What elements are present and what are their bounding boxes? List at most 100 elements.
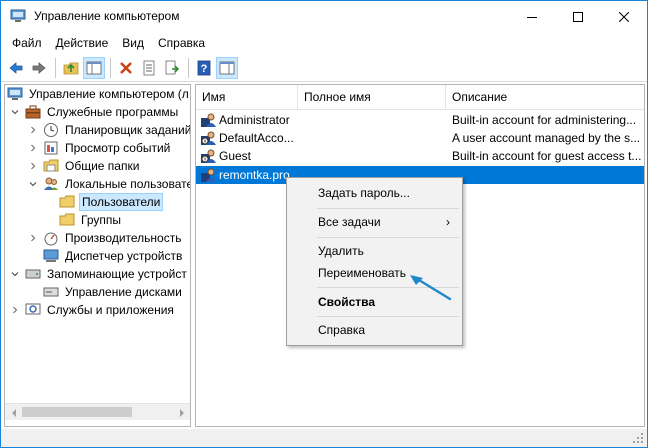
tree-item-label: Запоминающие устройст bbox=[47, 267, 187, 281]
tree-item-device-manager[interactable]: Диспетчер устройств bbox=[43, 247, 184, 265]
toolbar-separator bbox=[188, 57, 189, 78]
chevron-down-icon[interactable] bbox=[9, 103, 21, 121]
context-separator bbox=[317, 208, 459, 209]
cell-description bbox=[452, 166, 644, 184]
list-row-administrator[interactable]: Administrator Built-in account for admin… bbox=[196, 111, 644, 129]
menu-view[interactable]: Вид bbox=[115, 33, 151, 53]
column-header-fullname[interactable]: Полное имя bbox=[298, 85, 446, 110]
show-tree-button[interactable] bbox=[83, 56, 105, 79]
tree-item-label: Производительность bbox=[65, 231, 182, 245]
up-level-button[interactable] bbox=[60, 57, 82, 79]
minimize-button[interactable] bbox=[509, 1, 555, 32]
tree-item-disk-management[interactable]: Управление дисками bbox=[43, 283, 184, 301]
tree-item-users[interactable]: Пользователи bbox=[59, 193, 164, 211]
export-list-button[interactable] bbox=[161, 57, 183, 79]
tree-item-label: Служебные программы bbox=[47, 105, 179, 119]
title-bar[interactable]: Управление компьютером bbox=[1, 1, 647, 32]
maximize-button[interactable] bbox=[555, 1, 601, 32]
folder-icon bbox=[59, 194, 75, 210]
chevron-right-icon[interactable] bbox=[27, 157, 39, 175]
back-arrow-icon bbox=[9, 61, 23, 74]
menu-action[interactable]: Действие bbox=[49, 33, 116, 53]
tree-item-label: Планировщик заданий bbox=[65, 123, 191, 137]
context-separator bbox=[317, 316, 459, 317]
tree-item-label: Пользователи bbox=[79, 193, 164, 211]
toolbox-icon bbox=[25, 104, 41, 120]
context-item-all-tasks[interactable]: Все задачи › bbox=[289, 211, 460, 233]
performance-icon bbox=[43, 230, 59, 246]
user-icon bbox=[201, 167, 217, 183]
context-item-rename[interactable]: Переименовать bbox=[289, 262, 460, 284]
chevron-down-icon[interactable] bbox=[9, 265, 21, 283]
event-log-icon bbox=[43, 140, 59, 156]
tree-item-label: Группы bbox=[81, 213, 121, 227]
navigation-tree[interactable]: Управление компьютером (л Служебные прог… bbox=[4, 84, 191, 427]
list-row-defaultaccount[interactable]: DefaultAcco... A user account managed by… bbox=[196, 129, 644, 147]
tree-horizontal-scrollbar[interactable] bbox=[5, 403, 190, 420]
computer-management-icon bbox=[7, 86, 23, 102]
cell-name: DefaultAcco... bbox=[219, 131, 294, 145]
column-header-description[interactable]: Описание bbox=[446, 85, 644, 110]
scroll-right-icon[interactable] bbox=[173, 404, 190, 421]
maximize-icon bbox=[573, 11, 583, 22]
column-header-name[interactable]: Имя bbox=[196, 85, 298, 110]
tree-item-label: Управление компьютером (л bbox=[29, 87, 189, 101]
close-button[interactable] bbox=[601, 1, 647, 32]
tree-item-task-scheduler[interactable]: Планировщик заданий bbox=[27, 121, 191, 139]
list-row-guest[interactable]: Guest Built-in account for guest access … bbox=[196, 147, 644, 165]
context-item-properties[interactable]: Свойства bbox=[289, 291, 460, 313]
user-disabled-icon bbox=[201, 130, 217, 146]
tree-item-event-viewer[interactable]: Просмотр событий bbox=[27, 139, 172, 157]
window-title: Управление компьютером bbox=[34, 9, 180, 23]
forward-button[interactable] bbox=[28, 57, 50, 79]
context-item-set-password[interactable]: Задать пароль... bbox=[289, 182, 460, 204]
chevron-right-icon[interactable] bbox=[27, 121, 39, 139]
shared-folder-icon bbox=[43, 158, 59, 174]
tree-item-local-users-groups[interactable]: Локальные пользовате bbox=[27, 175, 190, 193]
context-item-delete[interactable]: Удалить bbox=[289, 240, 460, 262]
menu-help[interactable]: Справка bbox=[151, 33, 212, 53]
cell-fullname bbox=[304, 111, 444, 129]
tree-item-system-tools[interactable]: Служебные программы bbox=[9, 103, 180, 121]
menu-file[interactable]: Файл bbox=[5, 33, 49, 53]
properties-button[interactable] bbox=[138, 57, 160, 79]
back-button[interactable] bbox=[5, 57, 27, 79]
help-button[interactable]: ? bbox=[193, 57, 215, 79]
chevron-right-icon: › bbox=[446, 215, 450, 229]
clock-icon bbox=[43, 122, 59, 138]
cell-fullname bbox=[304, 129, 444, 147]
chevron-right-icon[interactable] bbox=[27, 139, 39, 157]
cell-description: A user account managed by the s... bbox=[452, 131, 641, 145]
up-folder-icon bbox=[63, 62, 79, 74]
delete-button[interactable] bbox=[115, 57, 137, 79]
chevron-right-icon[interactable] bbox=[27, 229, 39, 247]
tree-item-computer-management[interactable]: Управление компьютером (л bbox=[7, 85, 190, 103]
cell-name: Administrator bbox=[219, 113, 290, 127]
tree-item-shared-folders[interactable]: Общие папки bbox=[27, 157, 141, 175]
scroll-left-icon[interactable] bbox=[5, 404, 22, 421]
tree-item-services-apps[interactable]: Службы и приложения bbox=[9, 301, 176, 319]
action-pane-button[interactable] bbox=[216, 56, 238, 79]
toolbar: ? bbox=[1, 54, 647, 82]
chevron-right-icon[interactable] bbox=[9, 301, 21, 319]
chevron-down-icon[interactable] bbox=[27, 175, 39, 193]
context-menu: Задать пароль... Все задачи › Удалить Пе… bbox=[286, 177, 463, 346]
minimize-icon bbox=[527, 16, 537, 18]
services-icon bbox=[25, 302, 41, 318]
delete-icon bbox=[120, 61, 132, 74]
export-icon bbox=[165, 60, 180, 74]
properties-icon bbox=[143, 60, 155, 75]
tree-item-storage[interactable]: Запоминающие устройст bbox=[9, 265, 189, 283]
resize-grip-icon[interactable] bbox=[632, 432, 644, 444]
context-item-help[interactable]: Справка bbox=[289, 319, 460, 341]
scrollbar-thumb[interactable] bbox=[22, 407, 132, 417]
tree-item-performance[interactable]: Производительность bbox=[27, 229, 183, 247]
cell-description: Built-in account for administering... bbox=[452, 113, 637, 127]
user-icon bbox=[201, 112, 217, 128]
context-separator bbox=[317, 287, 459, 288]
context-item-label: Все задачи bbox=[318, 215, 381, 229]
status-bar bbox=[1, 429, 647, 447]
tree-item-groups[interactable]: Группы bbox=[59, 211, 123, 229]
tree-item-label: Диспетчер устройств bbox=[65, 249, 183, 263]
tree-item-label: Управление дисками bbox=[65, 285, 182, 299]
